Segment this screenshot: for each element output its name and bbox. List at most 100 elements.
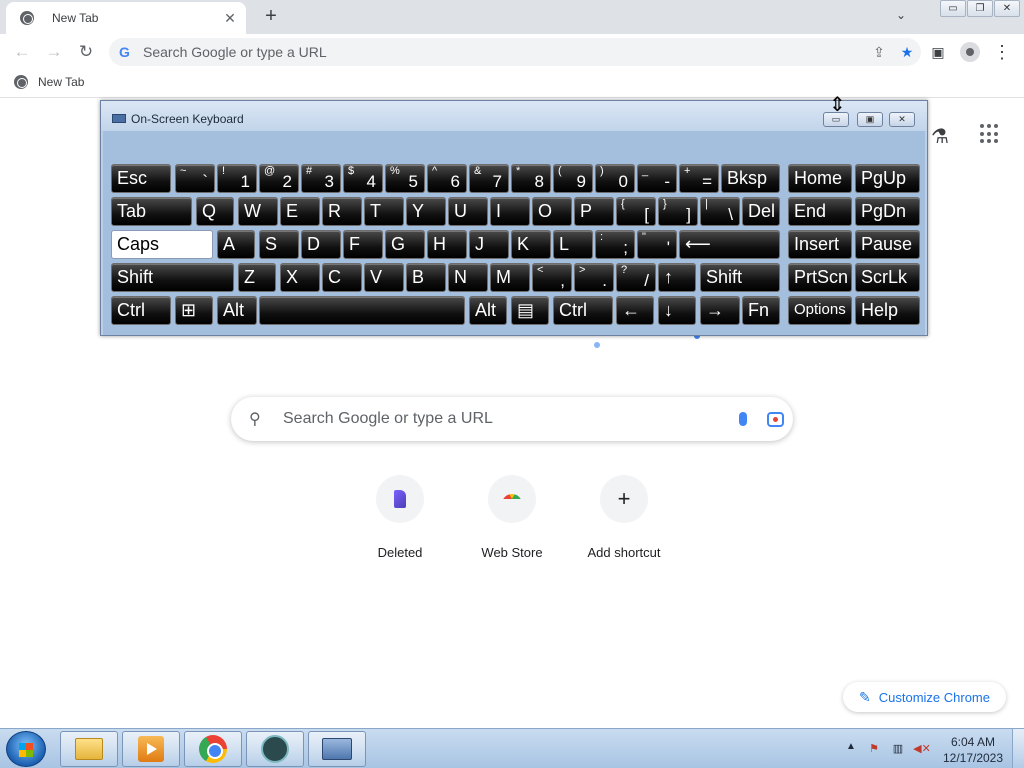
- key-symbol[interactable]: (9: [553, 164, 593, 193]
- bookmark-new-tab[interactable]: New Tab: [14, 75, 84, 89]
- google-lens-icon[interactable]: [757, 411, 793, 427]
- key-bksp[interactable]: Bksp: [721, 164, 780, 193]
- profile-button[interactable]: [958, 40, 982, 64]
- taskbar-chrome[interactable]: [184, 731, 242, 767]
- key-insert[interactable]: Insert: [788, 230, 852, 259]
- key-n[interactable]: N: [448, 263, 488, 292]
- key-s[interactable]: S: [259, 230, 299, 259]
- key--[interactable]: ↑: [658, 263, 696, 292]
- volume-muted-icon[interactable]: ◀✕: [913, 741, 931, 755]
- key-h[interactable]: H: [427, 230, 467, 259]
- key-symbol[interactable]: _ -: [637, 164, 677, 193]
- key-symbol[interactable]: % 5: [385, 164, 425, 193]
- key-y[interactable]: Y: [406, 197, 446, 226]
- reload-button[interactable]: ↻: [74, 40, 98, 64]
- restore-button[interactable]: ❐: [967, 0, 993, 17]
- osk-close-button[interactable]: ✕: [889, 112, 915, 127]
- key-symbol[interactable]: ! 1: [217, 164, 257, 193]
- key-f[interactable]: F: [343, 230, 383, 259]
- key-symbol[interactable]: >.: [574, 263, 614, 292]
- back-button[interactable]: ←: [10, 40, 34, 64]
- ntp-search-box[interactable]: ⚲ Search Google or type a URL: [231, 397, 793, 441]
- start-button[interactable]: [6, 731, 46, 767]
- key-symbol[interactable]: #3: [301, 164, 341, 193]
- key-symbol[interactable]: ^ 6: [427, 164, 467, 193]
- key-m[interactable]: M: [490, 263, 530, 292]
- key-tab[interactable]: Tab: [111, 197, 192, 226]
- key-j[interactable]: J: [469, 230, 509, 259]
- key-c[interactable]: C: [322, 263, 362, 292]
- key-symbol[interactable]: * 8: [511, 164, 551, 193]
- taskbar-on-screen-keyboard[interactable]: [308, 731, 366, 767]
- key-symbol[interactable]: ) 0: [595, 164, 635, 193]
- key-u[interactable]: U: [448, 197, 488, 226]
- key-home[interactable]: Home: [788, 164, 852, 193]
- shortcut-web-store[interactable]: Web Store: [456, 475, 568, 560]
- key--[interactable]: ←: [616, 296, 654, 325]
- key-a[interactable]: A: [217, 230, 255, 259]
- key-symbol[interactable]: :;: [595, 230, 635, 259]
- key-z[interactable]: Z: [238, 263, 276, 292]
- key-v[interactable]: V: [364, 263, 404, 292]
- key-help[interactable]: Help: [855, 296, 920, 325]
- address-bar[interactable]: G Search Google or type a URL ⇪ ★: [109, 38, 921, 66]
- key-e[interactable]: E: [280, 197, 320, 226]
- action-center-icon[interactable]: ⚑: [866, 741, 882, 755]
- key-alt[interactable]: Alt: [469, 296, 507, 325]
- show-desktop-button[interactable]: [1012, 729, 1024, 768]
- key-ctrl[interactable]: Ctrl: [553, 296, 613, 325]
- key-symbol[interactable]: ? /: [616, 263, 656, 292]
- key-end[interactable]: End: [788, 197, 852, 226]
- key-del[interactable]: Del: [742, 197, 780, 226]
- key-symbol[interactable]: & 7: [469, 164, 509, 193]
- key--[interactable]: ⟵: [679, 230, 780, 259]
- system-clock[interactable]: 6:04 AM 12/17/2023: [938, 734, 1008, 766]
- key-o[interactable]: O: [532, 197, 572, 226]
- key-i[interactable]: I: [490, 197, 530, 226]
- key-symbol[interactable]: <,: [532, 263, 572, 292]
- key--[interactable]: ⊞: [175, 296, 213, 325]
- key-b[interactable]: B: [406, 263, 446, 292]
- key-k[interactable]: K: [511, 230, 551, 259]
- forward-button[interactable]: →: [42, 40, 66, 64]
- key-q[interactable]: Q: [196, 197, 234, 226]
- key-alt[interactable]: Alt: [217, 296, 257, 325]
- key-symbol[interactable]: + =: [679, 164, 719, 193]
- customize-chrome-button[interactable]: ✎ Customize Chrome: [843, 682, 1006, 712]
- key--[interactable]: ▤: [511, 296, 549, 325]
- key-t[interactable]: T: [364, 197, 404, 226]
- taskbar-file-explorer[interactable]: [60, 731, 118, 767]
- key-symbol[interactable]: ~ `: [175, 164, 215, 193]
- key-options[interactable]: Options: [788, 296, 852, 325]
- key-prtscn[interactable]: PrtScn: [788, 263, 852, 292]
- key-l[interactable]: L: [553, 230, 593, 259]
- show-hidden-icons-button[interactable]: ▲: [846, 741, 856, 752]
- key-symbol[interactable]: @2: [259, 164, 299, 193]
- key-pause[interactable]: Pause: [855, 230, 920, 259]
- key-pgup[interactable]: PgUp: [855, 164, 920, 193]
- key-caps[interactable]: Caps: [111, 230, 213, 259]
- shortcut-deleted[interactable]: Deleted: [344, 475, 456, 560]
- key-g[interactable]: G: [385, 230, 425, 259]
- osk-restore-button[interactable]: ▣: [857, 112, 883, 127]
- key-pgdn[interactable]: PgDn: [855, 197, 920, 226]
- key--[interactable]: ↓: [658, 296, 696, 325]
- apps-grid-icon[interactable]: [980, 124, 1000, 144]
- key-symbol[interactable]: $4: [343, 164, 383, 193]
- key-backslash[interactable]: | \: [700, 197, 740, 226]
- bookmark-star-icon[interactable]: ★: [893, 44, 921, 61]
- taskbar-app[interactable]: [246, 731, 304, 767]
- key-symbol[interactable]: {[: [616, 197, 656, 226]
- key-ctrl[interactable]: Ctrl: [111, 296, 171, 325]
- tab-search-button[interactable]: ⌄: [896, 8, 906, 22]
- key-symbol[interactable]: " ': [637, 230, 677, 259]
- labs-icon[interactable]: ⚗: [931, 124, 949, 149]
- voice-search-icon[interactable]: [729, 412, 757, 426]
- key-d[interactable]: D: [301, 230, 341, 259]
- minimize-button[interactable]: ▭: [940, 0, 966, 17]
- key-shift[interactable]: Shift: [111, 263, 234, 292]
- key-x[interactable]: X: [280, 263, 320, 292]
- menu-icon[interactable]: ⋮: [990, 40, 1014, 64]
- key-shift[interactable]: Shift: [700, 263, 780, 292]
- new-tab-button[interactable]: +: [260, 5, 282, 27]
